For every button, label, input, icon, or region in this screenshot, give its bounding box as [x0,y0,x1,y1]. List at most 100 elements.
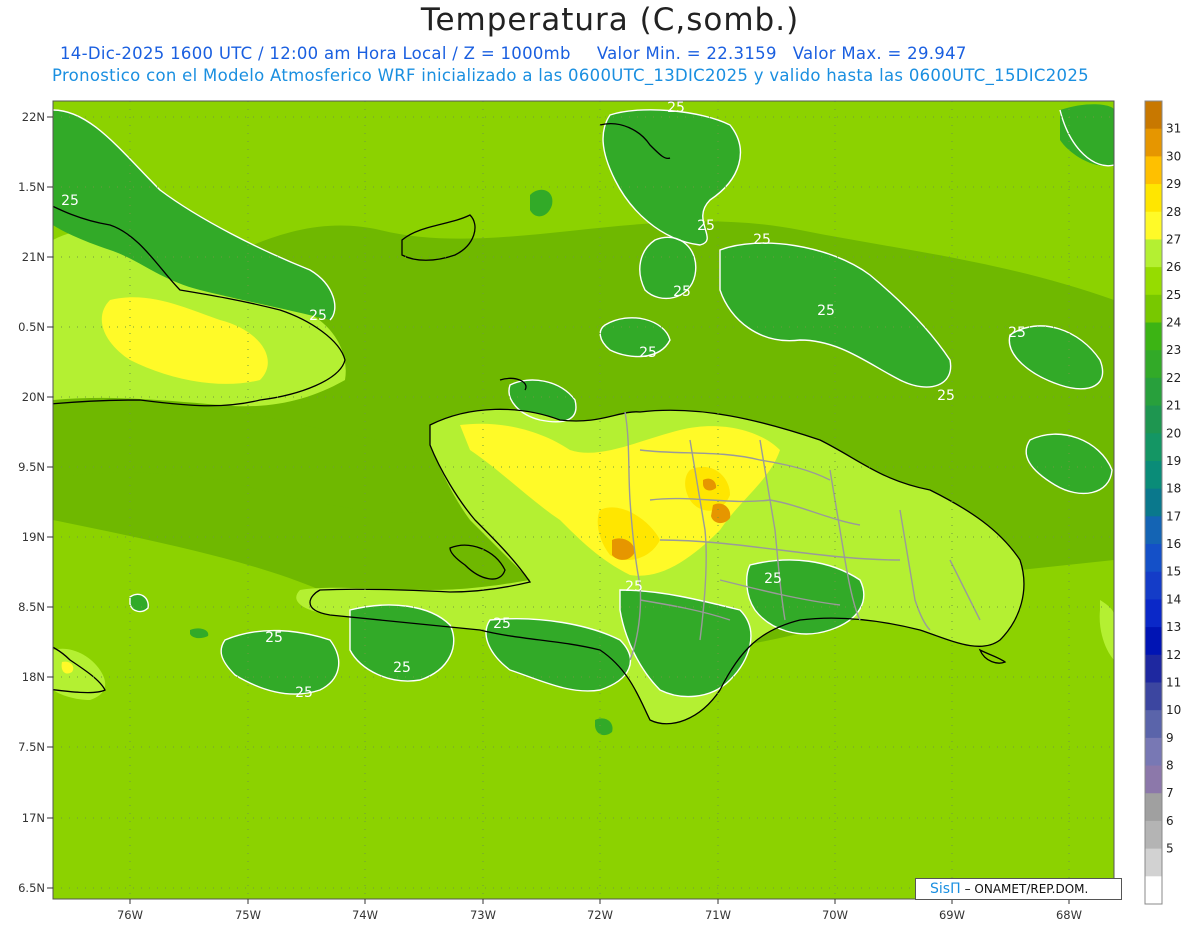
colorbar-swatch [1145,682,1162,711]
contour-label: 25 [753,232,771,248]
colorbar-swatch [1145,765,1162,794]
lon-label: 75W [235,908,261,922]
subtitle-line-1: 14-Dic-2025 1600 UTC / 12:00 am Hora Loc… [60,44,967,63]
contour-label: 25 [673,284,691,300]
colorbar-swatch [1145,654,1162,683]
colorbar-swatch [1145,820,1162,850]
subtitle-line-2: Pronostico con el Modelo Atmosferico WRF… [52,66,1089,85]
lon-label: 76W [117,908,143,922]
contour-label: 25 [393,660,411,676]
lon-label: 71W [705,908,731,922]
lat-label: 6.5N [18,881,45,895]
colorbar-swatch [1145,544,1162,573]
contour-label: 25 [697,218,715,234]
lon-label: 72W [587,908,613,922]
value-min: Valor Min. = 22.3159 [596,44,777,63]
colorbar-label: 8 [1166,759,1174,773]
lat-label: 7.5N [18,740,45,754]
colorbar-label: 31 [1166,122,1181,136]
colorbar-swatch [1145,377,1162,407]
contour-label: 25 [493,616,511,632]
lon-label: 68W [1056,908,1082,922]
colorbar-swatch [1145,793,1162,822]
contour-label: 25 [764,571,782,587]
colorbar-swatch [1145,405,1162,434]
colorbar-swatch [1145,488,1162,517]
colorbar-swatch [1145,433,1162,462]
colorbar-swatch [1145,156,1162,185]
lat-label: 22N [22,110,45,124]
contour-label: 25 [625,579,643,595]
colorbar-label: 6 [1166,814,1174,828]
contour-label: 25 [309,308,327,324]
temperature-colorbar: 31 30 29 28 27 26 25 24 23 22 21 20 19 18 17 16 15 14 13 12… [1144,100,1181,905]
colorbar-label: 7 [1166,786,1174,800]
temperature-field [53,101,1114,899]
contour-label: 25 [61,193,79,209]
colorbar-label: 21 [1166,399,1181,413]
contour-label: 25 [937,388,955,404]
colorbar-label: 20 [1166,426,1181,440]
colorbar-swatch [1145,571,1162,600]
colorbar-label: 17 [1166,509,1181,523]
colorbar-swatch [1145,239,1162,268]
contour-label: 25 [639,345,657,361]
colorbar-label: 16 [1166,537,1181,551]
lat-label: 9.5N [18,460,45,474]
colorbar-label: 11 [1166,675,1181,689]
lon-label: 69W [939,908,965,922]
contour-label: 25 [667,100,685,116]
value-max: Valor Max. = 29.947 [792,44,967,63]
colorbar-label: 10 [1166,703,1181,717]
colorbar-swatch [1145,737,1162,767]
colorbar-swatch [1145,322,1162,351]
colorbar-swatch [1145,350,1162,379]
colorbar-swatch [1145,184,1162,213]
colorbar-label: 12 [1166,648,1181,662]
colorbar-swatch [1145,599,1162,628]
colorbar-label: 29 [1166,177,1181,191]
lat-label: 0.5N [18,320,45,334]
colorbar-swatch [1145,516,1162,545]
colorbar-label: 15 [1166,565,1181,579]
colorbar-label: 23 [1166,343,1181,357]
lon-label: 70W [822,908,848,922]
colorbar-swatch [1145,627,1162,656]
lat-label: 8.5N [18,600,45,614]
longitude-axis: 76W 75W 74W 73W 72W 71W 70W 69W 68W [117,899,1082,922]
lat-label: 19N [22,530,45,544]
colorbar-label: 26 [1166,260,1181,274]
contour-label: 25 [295,685,313,701]
colorbar-label: 9 [1166,731,1174,745]
colorbar-swatch [1145,211,1162,240]
credit-box: SisΠ – ONAMET/REP.DOM. [915,878,1122,900]
lon-label: 73W [470,908,496,922]
forecast-time: 14-Dic-2025 1600 UTC / 12:00 am Hora Loc… [60,44,571,63]
contour-label: 25 [817,303,835,319]
weather-map: 22N 1.5N 21N 0.5N 20N 9.5N 19N 8.5N 18N 7.5N 17N 6.… [18,100,1181,922]
colorbar-label: 14 [1166,592,1181,606]
lat-label: 1.5N [18,180,45,194]
colorbar-swatch [1145,710,1162,739]
colorbar-swatch [1145,267,1162,296]
map-title: Temperatura (C,somb.) [420,2,800,38]
contour-label: 25 [1008,325,1026,341]
colorbar-label: 24 [1166,316,1181,330]
lat-label: 18N [22,670,45,684]
colorbar-label: 13 [1166,620,1181,634]
latitude-axis: 22N 1.5N 21N 0.5N 20N 9.5N 19N 8.5N 18N 7.5N 17N 6.… [18,110,53,895]
colorbar-swatch [1145,848,1162,877]
lat-label: 20N [22,390,45,404]
colorbar-label: 28 [1166,205,1181,219]
colorbar-swatch [1145,460,1162,490]
lon-label: 74W [352,908,378,922]
credit-agency: – ONAMET/REP.DOM. [964,882,1089,896]
contour-label: 25 [265,630,283,646]
colorbar-label: 30 [1166,149,1181,163]
colorbar-label: 19 [1166,454,1181,468]
colorbar-label: 18 [1166,482,1181,496]
colorbar-label: 5 [1166,842,1174,856]
colorbar-label: 27 [1166,232,1181,246]
colorbar-swatch [1145,294,1162,324]
sispi-logo: SisΠ [930,881,961,897]
